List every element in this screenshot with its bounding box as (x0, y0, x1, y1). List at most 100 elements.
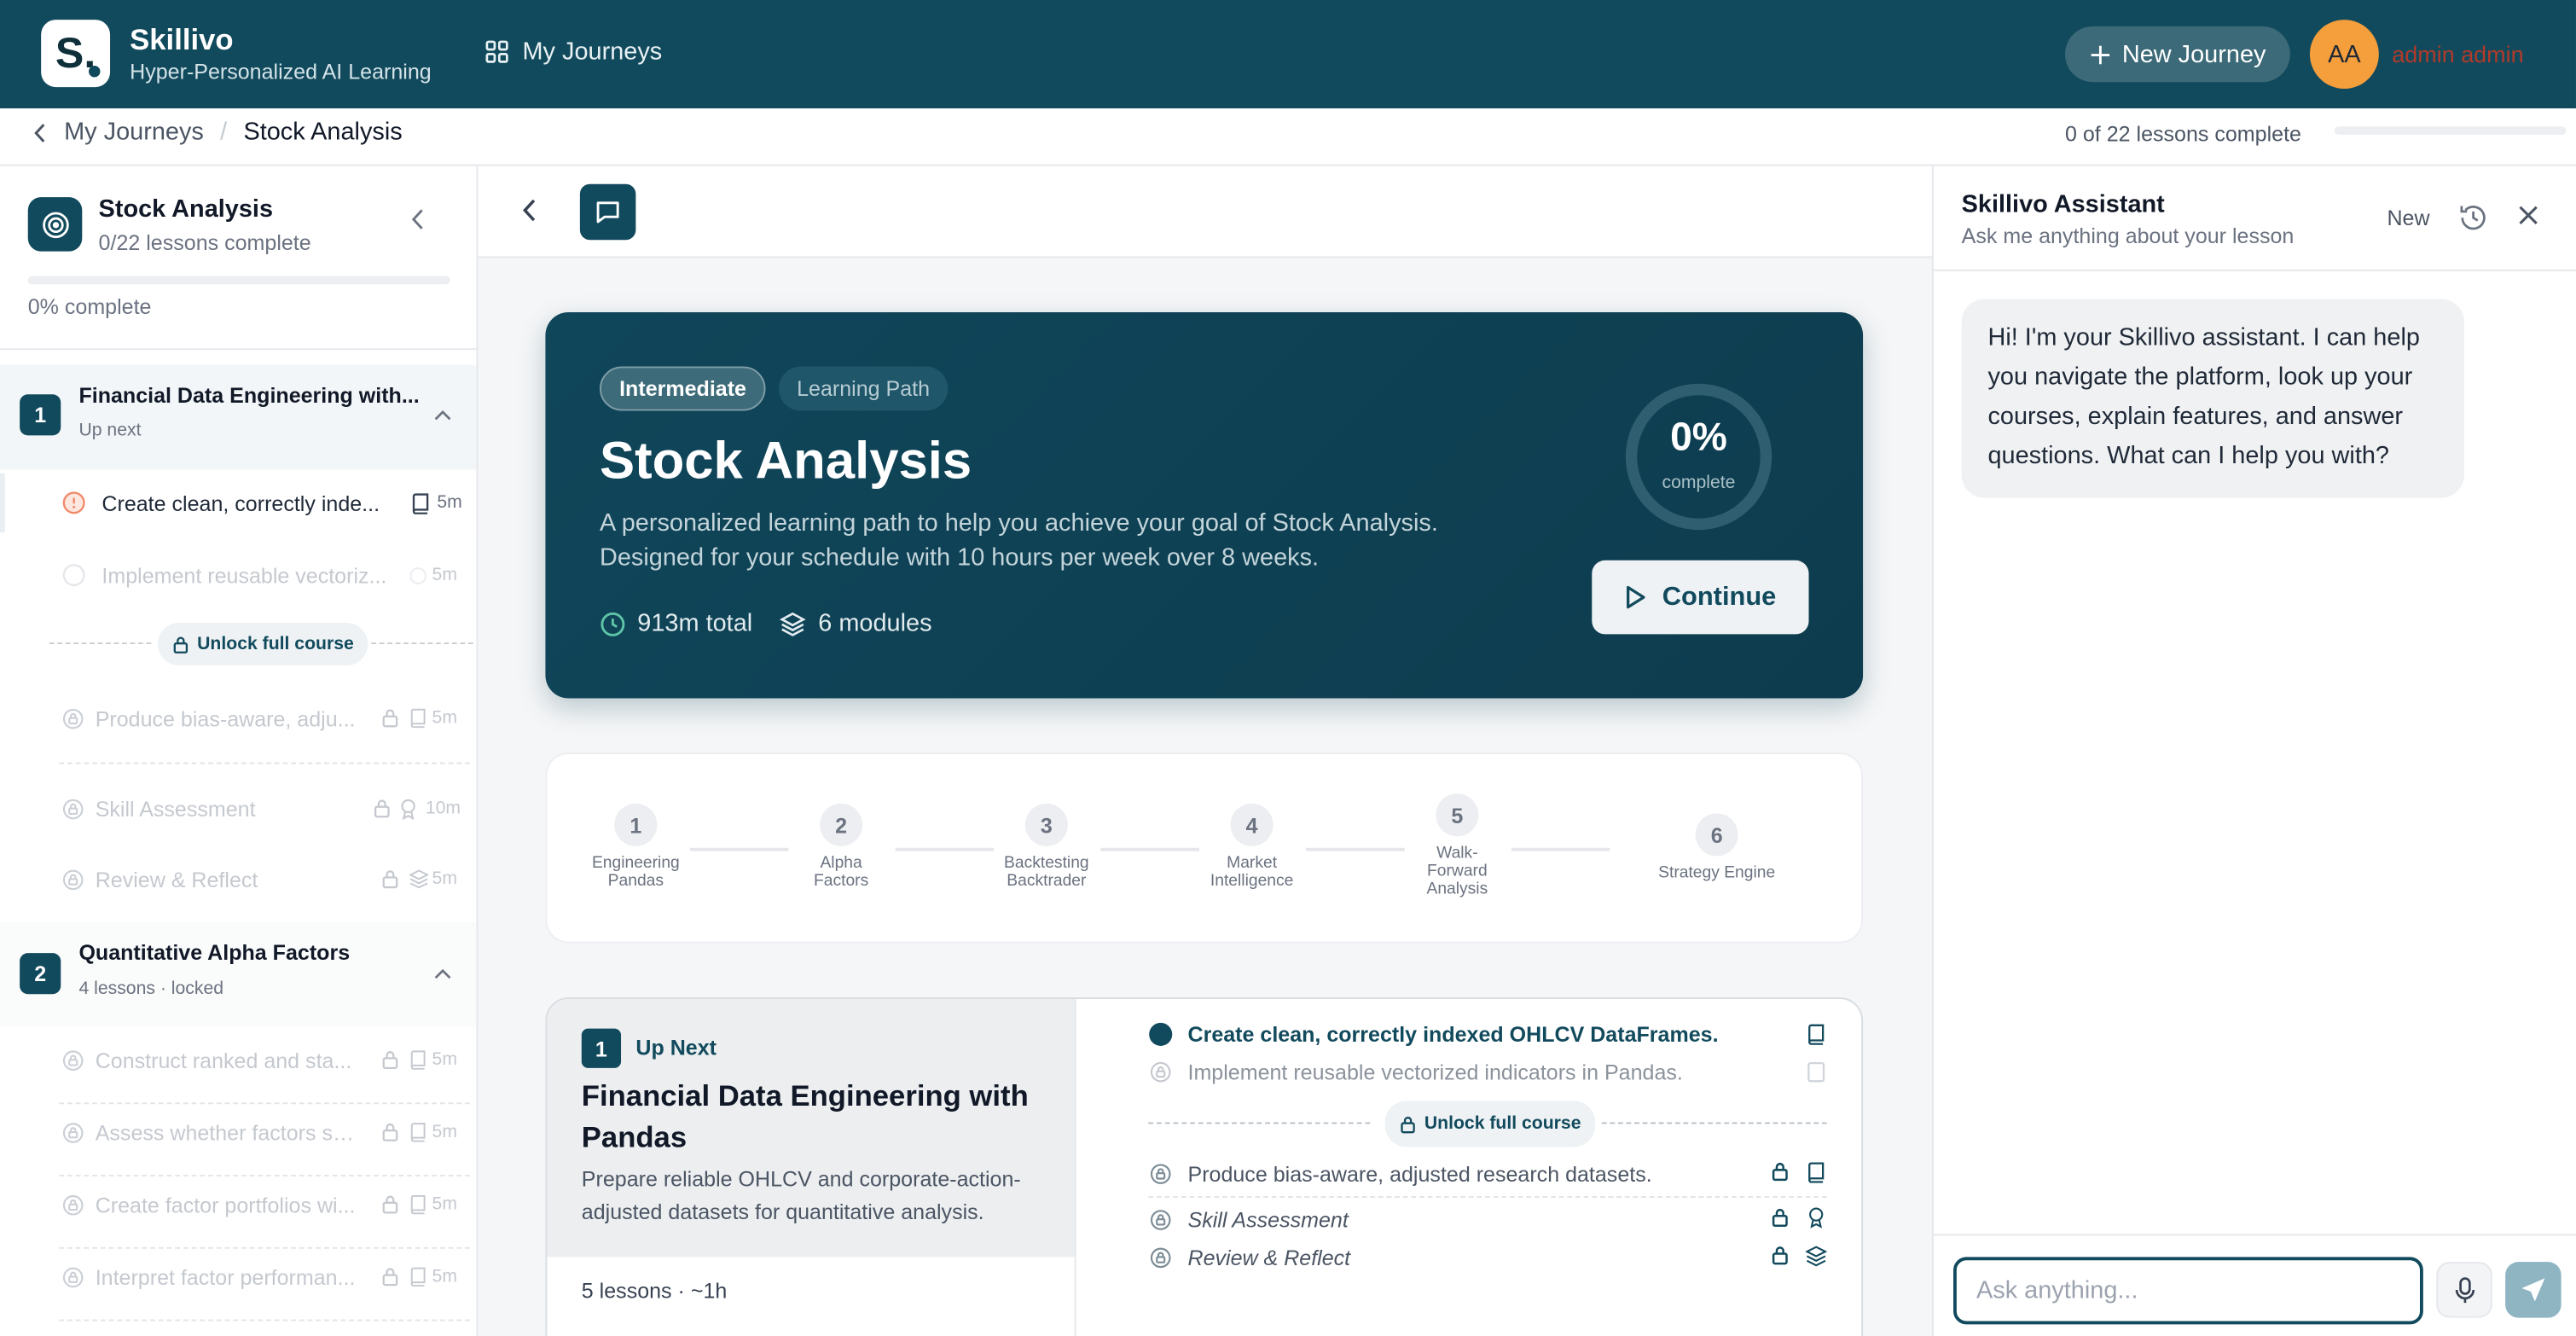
divider (59, 762, 470, 764)
modules-stat: 6 modules (779, 610, 932, 637)
lock-circle-icon (62, 868, 84, 890)
assistant-message: Hi! I'm your Skillivo assistant. I can h… (1961, 299, 2464, 498)
new-journey-button[interactable]: New Journey (2064, 26, 2290, 83)
lock-circle-icon (62, 1121, 84, 1142)
username[interactable]: admin admin (2392, 41, 2523, 67)
step-label: Alpha Factors (814, 854, 869, 891)
sidebar-lesson[interactable]: Interpret factor performan... 5m (0, 1247, 477, 1306)
step-connector (895, 847, 995, 851)
chevron-left-icon[interactable] (33, 122, 48, 142)
book-icon (409, 1194, 427, 1215)
sidebar-lesson[interactable]: Construct ranked and sta... 5m (0, 1031, 477, 1089)
lesson-title: Create clean, correctly indexed OHLCV Da… (1187, 1021, 1719, 1047)
step-number: 6 (1695, 813, 1738, 857)
step-number: 2 (820, 803, 863, 846)
lesson-duration: 5m (432, 1049, 457, 1070)
sidebar-lesson[interactable]: Create factor portfolios wi... 5m (0, 1175, 477, 1234)
lesson-duration: 5m (432, 1194, 457, 1215)
step-label: Engineering Pandas (591, 854, 680, 891)
clock-icon (600, 611, 626, 637)
step-4[interactable]: 4 Market Intelligence (1186, 803, 1318, 891)
lock-circle-icon (1150, 1061, 1171, 1083)
step-2[interactable]: 2 Alpha Factors (775, 803, 907, 891)
unlock-full-course-button[interactable]: Unlock full course (1384, 1101, 1596, 1147)
lesson-title: Review & Reflect (1187, 1245, 1351, 1270)
lesson-title: Skill Assessment (1187, 1207, 1349, 1233)
sidebar-lesson[interactable]: Assess whether factors sh... 5m (0, 1102, 477, 1161)
lesson-title: Assess whether factors sh... (95, 1119, 362, 1145)
chevron-up-icon[interactable] (433, 410, 451, 421)
lock-icon (172, 635, 189, 653)
unlock-full-course-button[interactable]: Unlock full course (157, 622, 369, 666)
sidebar-module-1[interactable]: 1 Financial Data Engineering with... Up … (0, 364, 477, 470)
history-icon[interactable] (2457, 202, 2489, 234)
lesson-duration: 5m (432, 1266, 457, 1287)
lesson-duration: 5m (432, 565, 457, 585)
lesson-title: Create factor portfolios wi... (95, 1192, 356, 1217)
plus-icon (2089, 44, 2110, 65)
breadcrumb-current: Stock Analysis (243, 118, 403, 147)
book-icon (1807, 1024, 1825, 1045)
sidebar-lesson[interactable]: Implement reusable vectoriz... 5m (0, 545, 477, 604)
sidebar-lesson[interactable]: Skill Assessment 10m (0, 779, 477, 838)
book-icon (409, 708, 427, 729)
step-1[interactable]: 1 Engineering Pandas (570, 803, 701, 891)
assistant-header: Skillivo Assistant Ask me anything about… (1933, 166, 2576, 271)
main-toolbar (478, 166, 1932, 258)
unlock-label: Unlock full course (197, 634, 354, 654)
lock-circle-icon (62, 1194, 84, 1215)
new-chat-button[interactable]: New (2387, 206, 2429, 230)
microphone-button[interactable] (2436, 1262, 2492, 1318)
lock-icon (381, 869, 399, 889)
dash-left (49, 642, 152, 644)
app-logo[interactable]: S. (41, 20, 111, 88)
lock-icon (1771, 1208, 1789, 1228)
step-6[interactable]: 6 Strategy Engine (1634, 813, 1799, 882)
chat-input[interactable] (1953, 1257, 2423, 1325)
continue-button[interactable]: Continue (1592, 560, 1809, 635)
module-card[interactable]: 1 Up Next Financial Data Engineering wit… (545, 997, 1864, 1336)
sidebar-progress-bar (27, 276, 450, 285)
sidebar-module-2[interactable]: 2 Quantitative Alpha Factors 4 lessons ·… (0, 921, 477, 1027)
divider (1148, 1196, 1827, 1199)
course-progress-text: 0 of 22 lessons complete (2064, 121, 2301, 147)
lesson-title: Produce bias-aware, adju... (95, 706, 356, 731)
module-number: 2 (20, 953, 61, 995)
lesson-duration: 5m (432, 708, 457, 729)
journey-title: Stock Analysis (599, 430, 972, 490)
lesson-title: Interpret factor performan... (95, 1264, 356, 1289)
course-progress-bar (2334, 126, 2567, 135)
lock-icon (381, 1050, 399, 1070)
chat-toggle-button[interactable] (579, 183, 636, 241)
avatar[interactable]: AA (2309, 20, 2379, 90)
circle-icon (409, 566, 427, 584)
nav-my-journeys[interactable]: My Journeys (484, 38, 662, 66)
breadcrumb-parent[interactable]: My Journeys (64, 119, 204, 147)
module-stepper: 1 Engineering Pandas 2 Alpha Factors 3 Back… (545, 752, 1864, 944)
layers-icon (1805, 1246, 1827, 1267)
journey-hero: Intermediate Learning Path Stock Analysi… (545, 311, 1864, 699)
back-icon[interactable] (522, 199, 537, 222)
message-square-icon (595, 199, 621, 225)
lesson-title: Review & Reflect (95, 866, 258, 892)
lesson-title: Produce bias-aware, adjusted research da… (1187, 1161, 1652, 1187)
book-icon (409, 1122, 427, 1142)
step-number: 4 (1230, 803, 1273, 846)
step-3[interactable]: 3 Backtesting Backtrader (981, 803, 1112, 891)
dash-right (1601, 1122, 1827, 1124)
sidebar-lesson[interactable]: Create clean, correctly inde... 5m (0, 473, 477, 533)
sidebar-lesson[interactable]: Produce bias-aware, adju... 5m (0, 688, 477, 747)
lock-icon (381, 1122, 399, 1141)
module-card-number: 1 (581, 1028, 622, 1068)
main-content: Intermediate Learning Path Stock Analysi… (478, 166, 1932, 1336)
step-5[interactable]: 5 Walk-Forward Analysis (1391, 793, 1523, 899)
send-button[interactable] (2505, 1262, 2561, 1318)
sidebar-lesson[interactable]: Review & Reflect 5m (0, 850, 477, 909)
journey-description: A personalized learning path to help you… (599, 509, 1438, 572)
close-icon[interactable] (2517, 204, 2540, 227)
step-label: Backtesting Backtrader (1004, 854, 1089, 891)
book-icon (409, 1050, 427, 1070)
unlock-label: Unlock full course (1424, 1113, 1581, 1134)
collapse-sidebar-icon[interactable] (411, 209, 426, 230)
chevron-up-icon[interactable] (433, 967, 451, 979)
